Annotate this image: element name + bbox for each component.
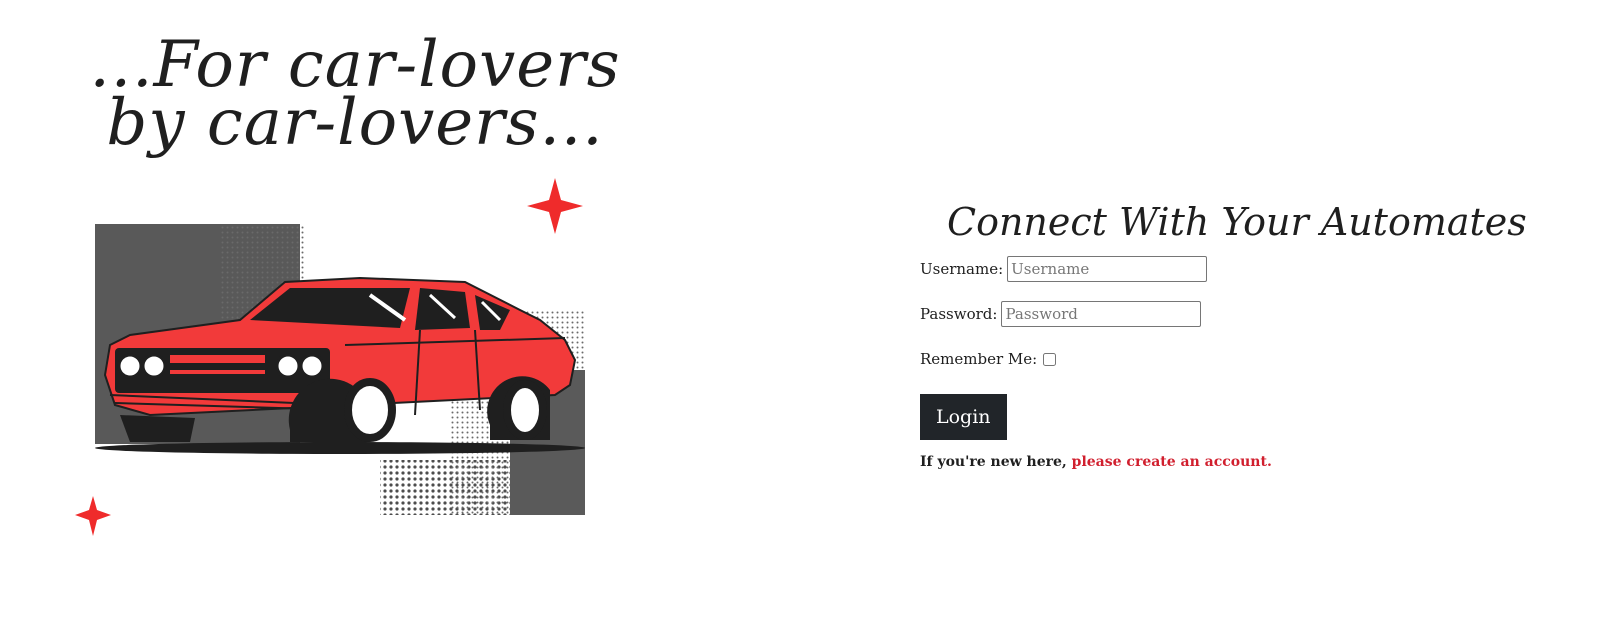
tagline-line-2: by car-lovers...: [106, 86, 604, 160]
login-page: ...For car-lovers by car-lovers... Conne…: [0, 0, 1609, 638]
front-wheel: [344, 378, 396, 442]
login-button[interactable]: Login: [920, 394, 1007, 440]
car-window-side: [415, 288, 470, 330]
password-label: Password:: [920, 305, 998, 323]
rear-wheel: [503, 380, 547, 440]
username-label: Username:: [920, 260, 1004, 278]
front-bumper-wheel: [120, 415, 195, 442]
headlight-left-2: [141, 353, 167, 379]
hero-panel: ...For car-lovers by car-lovers...: [0, 0, 700, 638]
signup-prompt: If you're new here, please create an acc…: [920, 454, 1540, 470]
login-form: Connect With Your Automates Username: Pa…: [920, 196, 1540, 470]
hero-tagline: ...For car-lovers by car-lovers...: [60, 33, 650, 160]
password-row: Password:: [920, 299, 1540, 329]
car-illustration: [75, 178, 585, 536]
create-account-link[interactable]: please create an account.: [1072, 454, 1272, 470]
username-row: Username:: [920, 254, 1540, 284]
remember-row: Remember Me:: [920, 344, 1540, 374]
car-shadow: [95, 442, 585, 454]
signup-prefix: If you're new here,: [920, 454, 1072, 470]
headlight-right-2: [299, 353, 325, 379]
password-input[interactable]: [1001, 301, 1202, 327]
remember-label: Remember Me:: [920, 350, 1038, 368]
login-title: Connect With Your Automates: [947, 200, 1527, 244]
headlight-left-1: [117, 353, 143, 379]
username-input[interactable]: [1007, 256, 1208, 282]
remember-checkbox[interactable]: [1043, 352, 1057, 366]
sparkle-top-icon: [527, 178, 583, 234]
headlight-right-1: [275, 353, 301, 379]
sparkle-bottom-icon: [75, 496, 111, 536]
